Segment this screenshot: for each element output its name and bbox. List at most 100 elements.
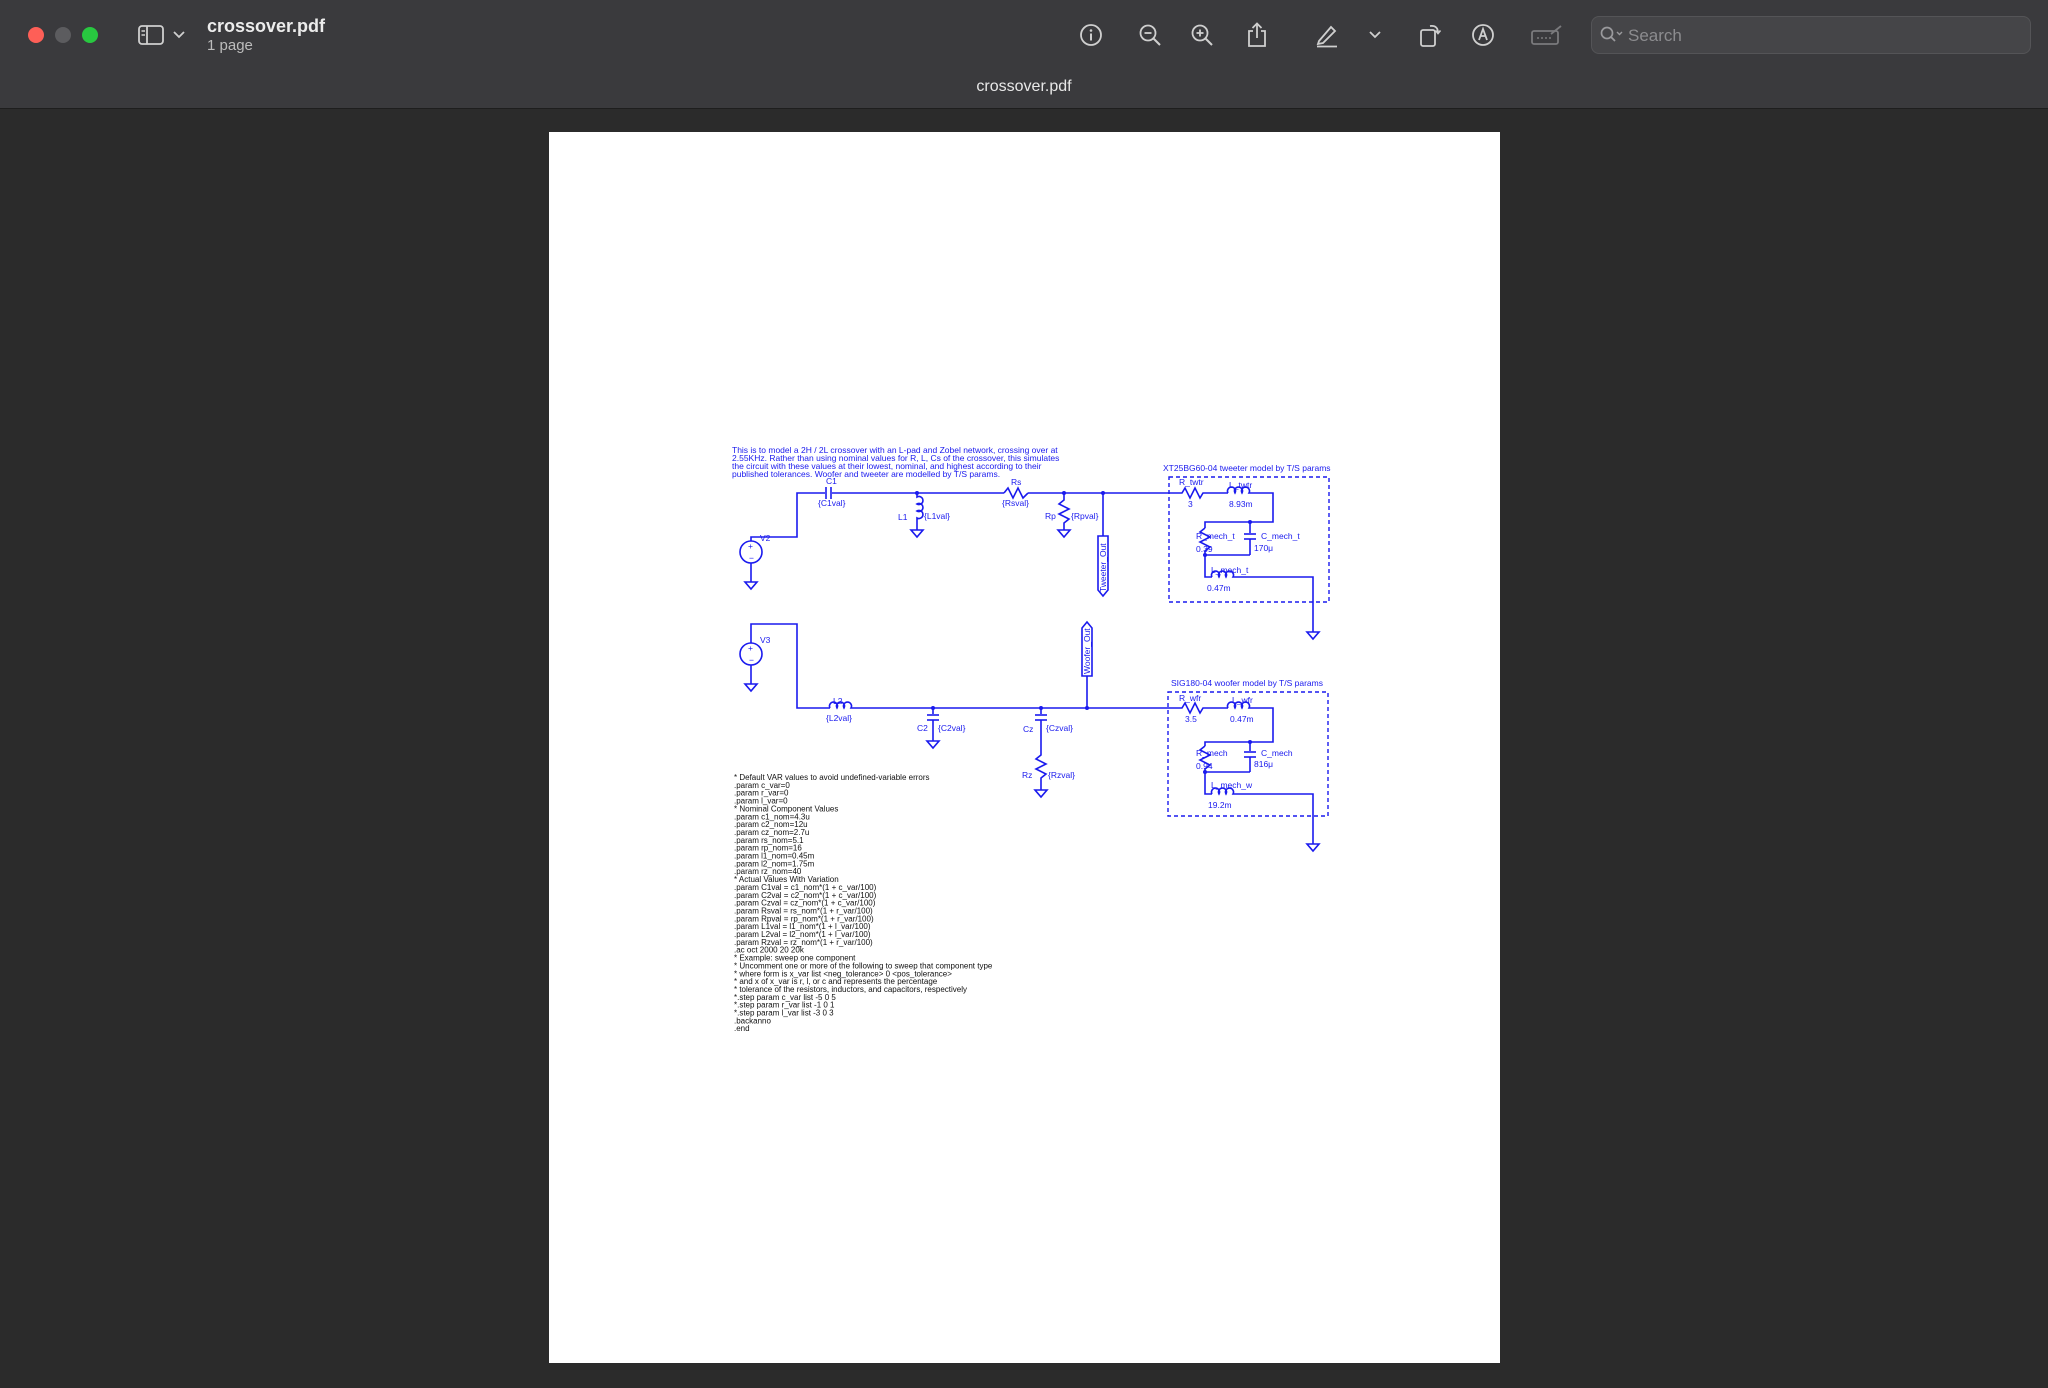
spice-directives: * Default VAR values to avoid undefined-…	[734, 773, 993, 1033]
rotate-icon	[1420, 24, 1442, 47]
resistor-rs	[1003, 486, 1029, 500]
source-v3-minus: −	[749, 655, 754, 665]
info-button[interactable]	[1074, 16, 1108, 54]
r-twtr-label: R_twtr	[1179, 477, 1204, 487]
ground-l1	[909, 529, 925, 539]
highlight-menu-button[interactable]	[1366, 16, 1384, 54]
rp-label: Rp	[1045, 511, 1056, 521]
r-twtr-value: 3	[1188, 499, 1193, 509]
zoom-in-button[interactable]	[1185, 16, 1219, 54]
l-mech-t-value: 0.47m	[1207, 583, 1231, 593]
ground-v3	[743, 683, 759, 693]
circuit-schematic: This is to model a 2H / 2L crossover wit…	[732, 445, 1331, 1033]
l-mech-w-label: L_mech_w	[1211, 780, 1253, 790]
ground-c2	[925, 740, 941, 750]
inductor-l1	[915, 493, 924, 530]
c-mech-t-label: C_mech_t	[1261, 531, 1300, 541]
rp-value: {Rpval}	[1071, 511, 1099, 521]
cz-value: {Czval}	[1046, 723, 1073, 733]
ground-woofer	[1305, 843, 1321, 853]
page-count: 1 page	[207, 37, 253, 54]
search-field[interactable]	[1591, 16, 2031, 55]
resistor-r-twtr	[1169, 486, 1228, 500]
l-twtr-value: 8.93m	[1229, 499, 1253, 509]
v2-label: V2	[760, 533, 771, 543]
ground-rz	[1033, 789, 1049, 799]
markup-button[interactable]	[1466, 16, 1500, 54]
l2-label: L2	[833, 696, 843, 706]
resistor-rz	[1034, 720, 1048, 790]
l-mech-w-value: 19.2m	[1208, 800, 1232, 810]
ground-v2	[743, 581, 759, 591]
source-v2-plus: +	[748, 541, 753, 551]
share-icon	[1248, 22, 1266, 47]
chevron-down-icon	[173, 31, 185, 39]
rs-value: {Rsval}	[1002, 498, 1029, 508]
l2-value: {L2val}	[826, 713, 852, 723]
search-icon	[1600, 26, 1623, 42]
maximize-window-button[interactable]	[82, 27, 98, 43]
signature-icon	[1531, 25, 1562, 45]
ground-tweeter	[1305, 631, 1321, 641]
c-mech-value: 816μ	[1254, 759, 1273, 769]
chevron-down-icon	[1369, 31, 1381, 39]
c2-label: C2	[917, 723, 928, 733]
pdf-page: This is to model a 2H / 2L crossover wit…	[549, 132, 1500, 1363]
ground-rp	[1056, 529, 1072, 539]
l1-label: L1	[898, 512, 908, 522]
sidebar-toggle-button[interactable]	[134, 16, 168, 54]
l-wfr-value: 0.47m	[1230, 714, 1254, 724]
share-button[interactable]	[1240, 16, 1274, 54]
signature-button[interactable]	[1528, 16, 1566, 54]
rz-value: {Rzval}	[1048, 770, 1075, 780]
zoom-out-button[interactable]	[1133, 16, 1167, 54]
woofer-box-title: SIG180-04 woofer model by T/S params	[1171, 678, 1323, 688]
rz-label: Rz	[1022, 770, 1032, 780]
info-icon	[1080, 24, 1102, 46]
zoom-in-icon	[1191, 24, 1213, 46]
l-mech-t-label: L_mech_t	[1211, 565, 1249, 575]
r-wfr-value: 3.5	[1185, 714, 1197, 724]
l1-value: {L1val}	[924, 511, 950, 521]
sidebar-icon	[138, 25, 164, 45]
cz-label: Cz	[1023, 724, 1033, 734]
zoom-out-icon	[1139, 24, 1161, 46]
wire	[1204, 521, 1250, 528]
source-v2-minus: −	[749, 553, 754, 563]
search-input[interactable]	[1626, 17, 2020, 55]
highlight-pen-icon	[1316, 25, 1337, 48]
c1-label: C1	[826, 476, 837, 486]
r-mech-t-value: 0.39	[1196, 544, 1213, 554]
rs-label: Rs	[1011, 477, 1021, 487]
description-line: published tolerances. Woofer and tweeter…	[732, 469, 1000, 479]
inductor-l2	[828, 701, 1170, 710]
wire	[1204, 741, 1250, 746]
r-wfr-label: R_wfr	[1179, 693, 1201, 703]
c2-value: {C2val}	[938, 723, 966, 733]
minimize-window-button[interactable]	[55, 27, 71, 43]
woofer-out-label: Woofer_Out	[1082, 628, 1092, 674]
r-mech-value: 0.94	[1196, 761, 1213, 771]
tweeter-out-label: Tweeter_Out	[1098, 543, 1108, 592]
close-window-button[interactable]	[28, 27, 44, 43]
highlight-button[interactable]	[1310, 16, 1344, 54]
resistor-r-wfr	[1170, 701, 1228, 715]
l-twtr-label: L_twtr	[1229, 480, 1252, 490]
source-v3-plus: +	[748, 643, 753, 653]
tab-title: crossover.pdf	[976, 78, 1072, 95]
markup-icon	[1472, 24, 1494, 46]
v3-label: V3	[760, 635, 771, 645]
resistor-rp	[1057, 493, 1071, 530]
sidebar-menu-button[interactable]	[170, 16, 188, 54]
c-mech-t-value: 170μ	[1254, 543, 1273, 553]
c1-value: {C1val}	[818, 498, 846, 508]
tweeter-box-title: XT25BG60-04 tweeter model by T/S params	[1163, 463, 1331, 473]
window-toolbar: crossover.pdf 1 page Search crossover.pd…	[0, 0, 2048, 109]
document-title: crossover.pdf	[207, 16, 326, 36]
r-mech-label: R_mech	[1196, 748, 1228, 758]
rotate-button[interactable]	[1413, 16, 1447, 54]
l-wfr-label: L_wfr	[1232, 695, 1253, 705]
directive-line: .end	[734, 1024, 750, 1033]
c-mech-label: C_mech	[1261, 748, 1293, 758]
r-mech-t-label: R_mech_t	[1196, 531, 1235, 541]
